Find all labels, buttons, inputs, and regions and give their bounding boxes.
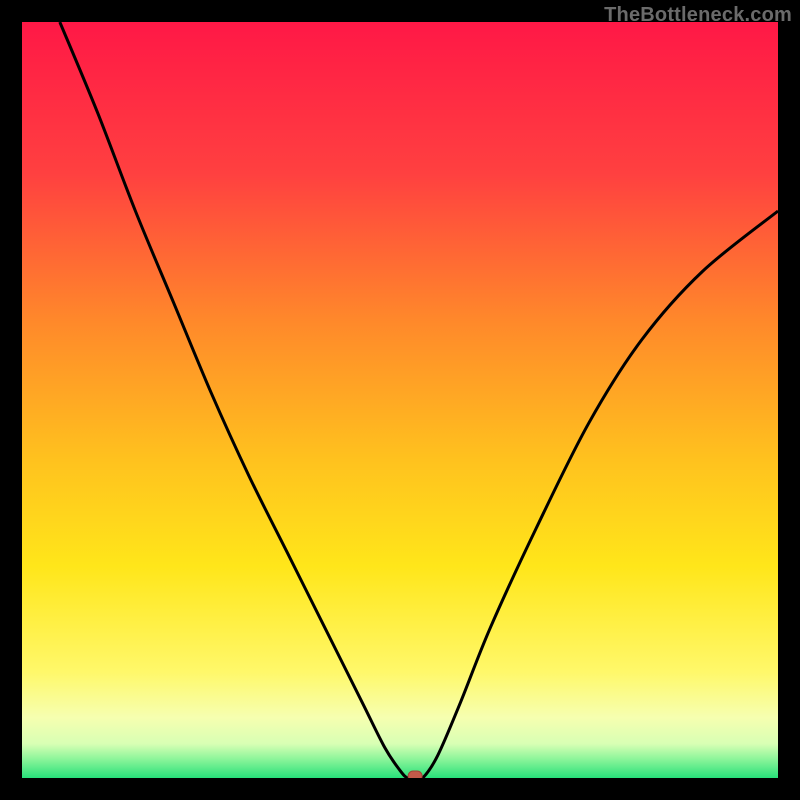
plot-area xyxy=(22,22,778,778)
chart-frame: TheBottleneck.com xyxy=(0,0,800,800)
plot-svg xyxy=(22,22,778,778)
optimal-point-marker xyxy=(408,771,422,778)
gradient-background xyxy=(22,22,778,778)
